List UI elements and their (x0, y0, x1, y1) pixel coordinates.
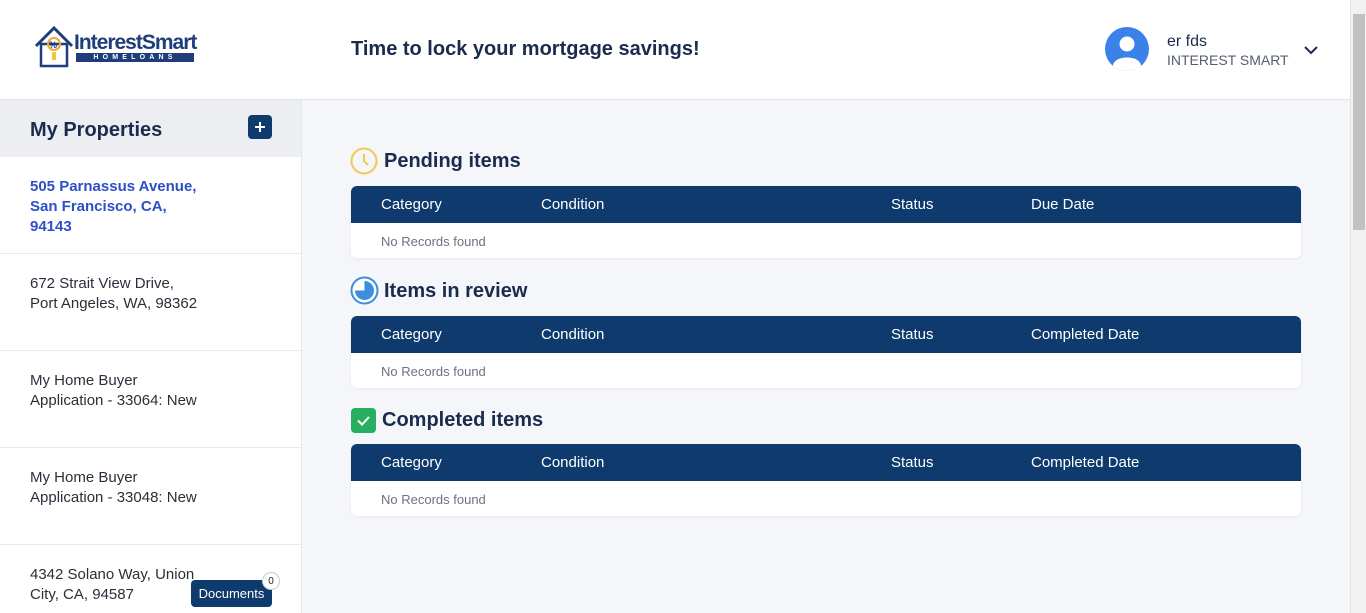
user-organization: INTEREST SMART (1167, 52, 1289, 68)
properties-sidebar: My Properties 505 Parnassus Avenue, San … (0, 100, 302, 613)
column-header-completed-date: Completed Date (1031, 326, 1140, 343)
column-header-due-date: Due Date (1031, 196, 1095, 213)
pending-items-table: Category Condition Status Due Date No Re… (351, 186, 1301, 258)
plus-icon (255, 122, 265, 132)
documents-count-badge: 0 (262, 572, 280, 590)
add-property-button[interactable] (248, 115, 272, 139)
column-header-status: Status (891, 326, 934, 343)
user-name: er fds (1167, 33, 1208, 50)
page-scrollbar[interactable] (1350, 0, 1366, 613)
empty-message: No Records found (381, 364, 486, 379)
column-header-condition: Condition (541, 326, 605, 343)
property-label: My Home Buyer Application - 33048: New (30, 469, 197, 506)
scrollbar-thumb[interactable] (1353, 14, 1365, 230)
column-header-status: Status (891, 454, 934, 471)
sidebar-title: My Properties (30, 119, 163, 141)
table-empty-row: No Records found (351, 353, 1301, 388)
completed-items-title: Completed items (382, 409, 544, 431)
review-items-table: Category Condition Status Completed Date… (351, 316, 1301, 388)
clock-icon (350, 147, 378, 175)
column-header-condition: Condition (541, 196, 605, 213)
house-logo-icon: % (34, 25, 74, 68)
table-header: Category Condition Status Completed Date (351, 316, 1301, 353)
page-title: Time to lock your mortgage savings! (351, 38, 700, 60)
property-label: 4342 Solano Way, Union City, CA, 94587 (30, 566, 195, 603)
table-empty-row: No Records found (351, 223, 1301, 258)
pending-items-title: Pending items (384, 150, 521, 172)
property-item-application-33064[interactable]: My Home Buyer Application - 33064: New (0, 351, 301, 448)
progress-pie-icon (350, 276, 379, 305)
table-header: Category Condition Status Completed Date (351, 444, 1301, 481)
logo-tagline: HOMELOANS (76, 53, 194, 62)
sidebar-header: My Properties (0, 100, 301, 157)
column-header-category: Category (381, 326, 442, 343)
empty-message: No Records found (381, 492, 486, 507)
svg-text:%: % (49, 40, 57, 50)
pending-items-section: Pending items Category Condition Status … (350, 146, 1301, 258)
chevron-down-icon[interactable] (1302, 43, 1320, 57)
completed-items-table: Category Condition Status Completed Date… (351, 444, 1301, 516)
review-items-section: Items in review Category Condition Statu… (350, 276, 1301, 388)
documents-button[interactable]: Documents (191, 580, 272, 607)
user-icon (1113, 36, 1141, 71)
column-header-category: Category (381, 196, 442, 213)
checkmark-icon (351, 408, 376, 433)
column-header-condition: Condition (541, 454, 605, 471)
column-header-completed-date: Completed Date (1031, 454, 1140, 471)
table-header: Category Condition Status Due Date (351, 186, 1301, 223)
empty-message: No Records found (381, 234, 486, 249)
property-label: 505 Parnassus Avenue, San Francisco, CA,… (30, 178, 197, 235)
table-empty-row: No Records found (351, 481, 1301, 516)
column-header-status: Status (891, 196, 934, 213)
property-label: My Home Buyer Application - 33064: New (30, 372, 197, 409)
top-header: % InterestSmart HOMELOANS Time to lock y… (0, 0, 1350, 100)
property-item-505-parnassus[interactable]: 505 Parnassus Avenue, San Francisco, CA,… (0, 157, 301, 254)
user-avatar[interactable] (1105, 27, 1149, 71)
review-items-title: Items in review (384, 280, 528, 302)
property-label: 672 Strait View Drive, Port Angeles, WA,… (30, 275, 198, 312)
column-header-category: Category (381, 454, 442, 471)
company-logo[interactable]: % InterestSmart HOMELOANS (32, 22, 202, 72)
logo-wordmark: InterestSmart (74, 31, 197, 54)
property-item-672-strait-view[interactable]: 672 Strait View Drive, Port Angeles, WA,… (0, 254, 301, 351)
completed-items-section: Completed items Category Condition Statu… (351, 406, 1301, 518)
property-item-application-33048[interactable]: My Home Buyer Application - 33048: New (0, 448, 301, 545)
